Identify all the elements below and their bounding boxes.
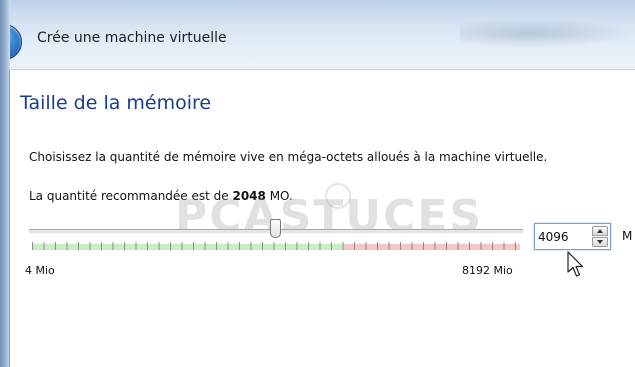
spin-buttons [592, 226, 608, 247]
wizard-window: Crée une machine virtuelle Taille de la … [0, 0, 635, 367]
slider-max-label: 8192 Mio [462, 264, 513, 277]
window-frame-inner-edge [9, 70, 10, 367]
memory-slider-scale [32, 242, 520, 250]
memory-slider-thumb[interactable] [270, 219, 282, 238]
slider-ticks [32, 242, 520, 250]
slider-min-label: 4 Mio [25, 264, 55, 277]
spin-down-button[interactable] [592, 237, 608, 247]
window-title: Crée une machine virtuelle [37, 30, 227, 46]
memory-unit-label: M [622, 229, 633, 243]
watermark-text: PCASTUCES [175, 191, 484, 242]
memory-size-input[interactable] [538, 227, 588, 246]
memory-spinbox[interactable] [534, 223, 611, 250]
spin-up-button[interactable] [592, 226, 608, 236]
title-bar: Crée une machine virtuelle [0, 0, 635, 70]
page-title: Taille de la mémoire [20, 92, 212, 114]
title-bar-glass [460, 18, 635, 48]
title-bar-divider [10, 69, 635, 70]
watermark-logo: PCASTUCES [175, 183, 484, 245]
memory-description: Choisissez la quantité de mémoire vive e… [29, 150, 548, 164]
mouse-pointer-icon [567, 251, 584, 277]
